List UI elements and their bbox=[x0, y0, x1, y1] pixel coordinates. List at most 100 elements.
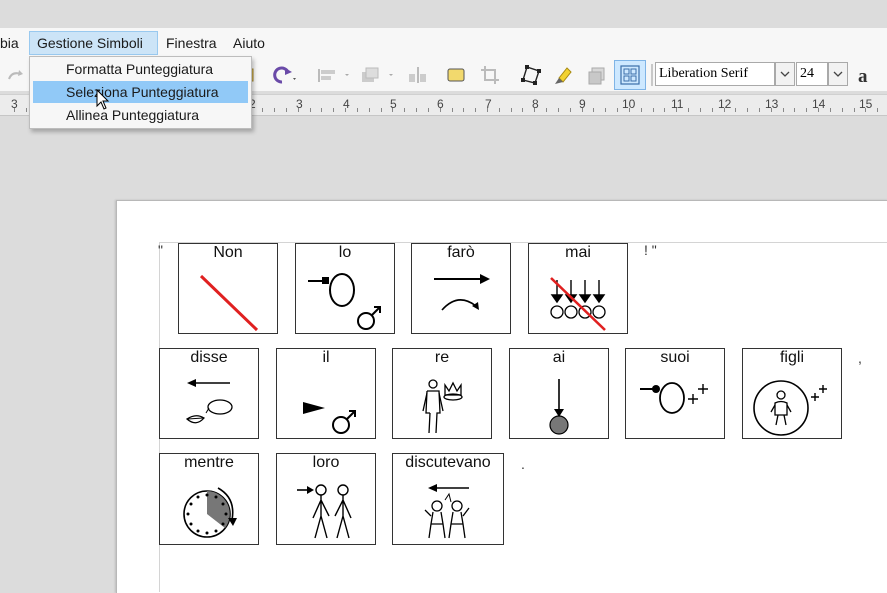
card-word: figli bbox=[779, 349, 804, 366]
ruler-tick bbox=[286, 108, 287, 112]
distribute-icon[interactable] bbox=[405, 64, 431, 86]
ruler-tick bbox=[854, 108, 855, 112]
symbol-card-ai[interactable]: ai bbox=[509, 348, 609, 439]
ruler-tick bbox=[842, 108, 843, 112]
ruler-tick bbox=[381, 108, 382, 112]
ruler-tick bbox=[582, 108, 583, 112]
ruler-tick bbox=[794, 108, 795, 112]
menu-finestra[interactable]: Finestra bbox=[166, 31, 217, 55]
card-word: disse bbox=[190, 349, 228, 366]
ruler-tick bbox=[747, 108, 748, 112]
menu-item-allinea-punteggiatura[interactable]: Allinea Punteggiatura bbox=[33, 104, 248, 126]
font-name-dropdown-button[interactable] bbox=[775, 62, 795, 86]
symbol-card-faro[interactable]: farò bbox=[411, 243, 511, 334]
gluepoint-icon[interactable] bbox=[550, 64, 576, 86]
article-male-icon bbox=[303, 402, 356, 434]
ruler-tick bbox=[404, 108, 405, 112]
ruler-tick bbox=[818, 108, 819, 112]
ruler-tick bbox=[534, 108, 535, 112]
crop-icon[interactable] bbox=[478, 64, 502, 86]
ruler-tick bbox=[877, 108, 878, 112]
card-word: ai bbox=[552, 349, 566, 366]
redo-icon[interactable] bbox=[4, 64, 28, 86]
ruler-tick bbox=[274, 108, 275, 112]
to-the-point-icon bbox=[549, 379, 569, 435]
svg-text:a: a bbox=[858, 66, 868, 85]
ruler-tick bbox=[511, 108, 512, 112]
ruler-tick bbox=[452, 108, 453, 112]
font-name-field[interactable]: Liberation Serif bbox=[655, 62, 775, 86]
ruler-tick bbox=[735, 108, 736, 112]
open-quote: " bbox=[158, 242, 163, 258]
symbol-card-re[interactable]: re bbox=[392, 348, 492, 439]
symbol-card-discutevano[interactable]: discutevano bbox=[392, 453, 504, 545]
ruler-tick bbox=[700, 108, 701, 112]
menu-item-label: Allinea Punteggiatura bbox=[66, 107, 200, 123]
fontwork-icon[interactable]: a bbox=[856, 64, 880, 86]
font-size-field[interactable]: 24 bbox=[796, 62, 828, 86]
menu-item-formatta-punteggiatura[interactable]: Formatta Punteggiatura bbox=[33, 58, 248, 80]
them-people-icon bbox=[297, 484, 352, 539]
menu-item-seleziona-punteggiatura[interactable]: Seleziona Punteggiatura bbox=[33, 81, 248, 103]
king-crown-icon bbox=[422, 379, 463, 434]
ruler-tick bbox=[724, 108, 725, 112]
ruler-tick bbox=[783, 108, 784, 112]
ruler-tick bbox=[475, 108, 476, 112]
card-word: suoi bbox=[660, 349, 690, 366]
ruler-tick bbox=[463, 108, 464, 112]
font-size-dropdown-button[interactable] bbox=[828, 62, 848, 86]
menu-modifica-partial[interactable]: bia bbox=[0, 31, 19, 55]
while-clock-icon bbox=[183, 487, 237, 538]
ruler-label: 7 bbox=[485, 97, 492, 111]
ruler-tick bbox=[865, 108, 866, 112]
symbol-card-figli[interactable]: figli bbox=[742, 348, 842, 439]
menu-aiuto[interactable]: Aiuto bbox=[233, 31, 265, 55]
ruler-tick bbox=[522, 108, 523, 112]
align-objects-icon[interactable] bbox=[315, 64, 353, 86]
object-male-pronoun-icon bbox=[308, 273, 381, 330]
ruler-tick bbox=[712, 108, 713, 112]
ruler-tick bbox=[487, 108, 488, 112]
ruler-tick bbox=[321, 108, 322, 112]
ruler-tick bbox=[641, 108, 642, 112]
ruler-tick bbox=[357, 108, 358, 112]
ruler-tick bbox=[570, 108, 571, 112]
rotate-icon[interactable] bbox=[268, 64, 298, 86]
ruler-tick bbox=[369, 108, 370, 112]
ruler-tick bbox=[428, 108, 429, 112]
card-word: il bbox=[322, 349, 330, 366]
card-word: mentre bbox=[184, 454, 234, 471]
ruler-tick bbox=[298, 108, 299, 112]
ruler-tick bbox=[345, 108, 346, 112]
ruler-tick bbox=[14, 108, 15, 112]
card-word: discutevano bbox=[405, 454, 491, 471]
points-icon[interactable] bbox=[518, 64, 544, 86]
period: . bbox=[521, 456, 525, 472]
symbol-card-non[interactable]: Non bbox=[178, 243, 278, 334]
symbol-grid-icon[interactable] bbox=[614, 60, 646, 90]
ruler-tick bbox=[806, 108, 807, 112]
symbol-card-mai[interactable]: mai bbox=[528, 243, 628, 334]
symbol-card-disse[interactable]: disse bbox=[159, 348, 259, 439]
symbol-card-lo[interactable]: lo bbox=[295, 243, 395, 334]
symbol-card-loro[interactable]: loro bbox=[276, 453, 376, 545]
shadow-icon[interactable] bbox=[443, 64, 469, 86]
symbol-card-mentre[interactable]: mentre bbox=[159, 453, 259, 545]
card-word: farò bbox=[447, 244, 475, 261]
symbol-card-il[interactable]: il bbox=[276, 348, 376, 439]
toggle-extrusion-icon[interactable] bbox=[585, 64, 609, 86]
arrange-icon[interactable] bbox=[359, 64, 397, 86]
ruler-tick bbox=[617, 108, 618, 112]
exclamation-quote: ! " bbox=[644, 242, 657, 258]
symbol-card-suoi[interactable]: suoi bbox=[625, 348, 725, 439]
chevron-down-icon bbox=[780, 71, 790, 77]
ruler-label: 4 bbox=[343, 97, 350, 111]
future-action-arrow-icon bbox=[434, 274, 490, 311]
ruler-tick bbox=[664, 108, 665, 112]
children-plural-icon bbox=[753, 380, 827, 436]
ruler-label: 11 bbox=[671, 97, 684, 111]
his-plural-icon bbox=[640, 382, 708, 414]
card-word: re bbox=[434, 349, 450, 366]
ruler-tick bbox=[830, 108, 831, 112]
menu-gestione-simboli[interactable]: Gestione Simboli bbox=[29, 31, 158, 55]
